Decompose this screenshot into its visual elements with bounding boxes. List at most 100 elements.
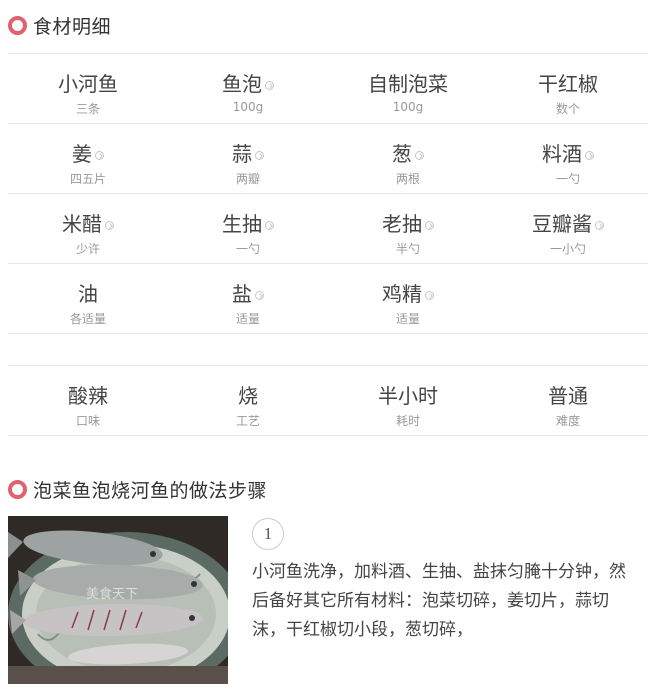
ingredients-section-title: 食材明细	[33, 16, 112, 38]
ingredient-row: 油各适量盐适量 鸡精 适量	[8, 263, 648, 334]
ingredient-name: 油	[78, 281, 98, 307]
ingredient-amount: 四五片	[69, 172, 106, 186]
recipe-page: 食材明细 小河鱼 三条 鱼泡 100g 自制泡菜 100g 干红椒 数个姜四五片蒜两瓣葱两根料…	[0, 0, 669, 695]
chevron-right-circle-icon[interactable]	[425, 290, 434, 300]
ingredient-name-text: 油	[78, 282, 98, 306]
ingredient-item[interactable]: 豆瓣酱一小勺	[488, 194, 648, 263]
ingredient-name[interactable]: 鸡精	[382, 281, 434, 307]
ingredient-amount: 适量	[235, 312, 260, 326]
ingredient-name-text: 米醋	[62, 212, 102, 236]
ingredient-name: 自制泡菜	[368, 71, 448, 97]
chevron-right-circle-icon[interactable]	[255, 150, 264, 160]
meta-value: 普通	[548, 384, 588, 408]
section-bullet-icon	[8, 16, 27, 35]
ingredient-name-text: 鱼泡	[222, 72, 262, 96]
ingredient-name-text: 老抽	[382, 212, 422, 236]
ingredient-name-text: 小河鱼	[58, 72, 118, 96]
ingredient-amount: 半勺	[395, 242, 420, 256]
ingredient-name-text: 自制泡菜	[368, 72, 448, 96]
ingredient-amount: 少许	[75, 242, 100, 256]
meta-taste: 酸辣 口味	[8, 366, 168, 435]
ingredient-item[interactable]: 盐适量	[168, 264, 328, 333]
ingredient-item[interactable]: 鸡精 适量	[328, 264, 488, 333]
ingredient-item: 油各适量	[8, 264, 168, 333]
meta-label: 耗时	[395, 414, 420, 428]
chevron-right-circle-icon[interactable]	[105, 220, 114, 230]
ingredient-amount: 适量	[395, 312, 420, 326]
chevron-right-circle-icon[interactable]	[595, 220, 604, 230]
chevron-right-circle-icon[interactable]	[415, 150, 424, 160]
steps-section-title: 泡菜鱼泡烧河鱼的做法步骤	[33, 480, 268, 502]
chevron-right-circle-icon[interactable]	[585, 150, 594, 160]
ingredient-item: 小河鱼 三条	[8, 54, 168, 123]
ingredient-name-text: 生抽	[222, 212, 262, 236]
ingredient-name[interactable]: 姜	[72, 141, 104, 167]
meta-time: 半小时 耗时	[328, 366, 488, 435]
meta-label: 口味	[75, 414, 100, 428]
ingredient-amount: 三条	[75, 102, 100, 116]
ingredient-name[interactable]: 豆瓣酱	[532, 211, 604, 237]
meta-label: 工艺	[235, 414, 260, 428]
meta-technique: 烧 工艺	[168, 366, 328, 435]
ingredient-row: 米醋 少许 生抽 一勺 老抽 半勺 豆瓣酱 一小勺	[8, 193, 648, 263]
ingredient-amount: 一勺	[235, 242, 260, 256]
ingredient-item: 自制泡菜 100g	[328, 54, 488, 123]
ingredient-amount: 各适量	[69, 312, 106, 326]
ingredient-name[interactable]: 蒜	[232, 141, 264, 167]
ingredient-name-text: 盐	[232, 282, 252, 306]
ingredient-name[interactable]: 葱	[392, 141, 424, 167]
steps-section-header: 泡菜鱼泡烧河鱼的做法步骤	[8, 476, 267, 503]
ingredient-item: 干红椒 数个	[488, 54, 648, 123]
step-photo[interactable]: 美食天下	[8, 516, 228, 684]
ingredient-amount: 100g	[232, 100, 264, 114]
ingredient-name-text: 姜	[72, 142, 92, 166]
step-description: 小河鱼洗净，加料酒、生抽、盐抹匀腌十分钟，然后备好其它所有材料：泡菜切碎，姜切片…	[252, 562, 626, 640]
ingredient-name[interactable]: 生抽	[222, 211, 274, 237]
recipe-meta-table: 酸辣 口味 烧 工艺 半小时 耗时 普通 难度	[8, 365, 648, 436]
section-bullet-icon	[8, 480, 27, 499]
ingredient-item[interactable]: 鱼泡 100g	[168, 54, 328, 123]
photo-watermark: 美食天下	[86, 586, 138, 602]
chevron-right-circle-icon[interactable]	[265, 80, 274, 90]
ingredient-item[interactable]: 姜四五片	[8, 124, 168, 193]
ingredient-empty-cell	[488, 264, 648, 333]
chevron-right-circle-icon[interactable]	[425, 220, 434, 230]
ingredients-section-header: 食材明细	[8, 12, 111, 39]
meta-value: 烧	[238, 384, 258, 408]
ingredient-item[interactable]: 老抽半勺	[328, 194, 488, 263]
ingredient-name: 小河鱼	[58, 71, 118, 97]
ingredient-amount: 一勺	[555, 172, 580, 186]
ingredient-name[interactable]: 盐	[232, 281, 264, 307]
ingredient-name[interactable]: 鱼泡	[222, 71, 274, 97]
ingredient-name-text: 蒜	[232, 142, 252, 166]
ingredient-item[interactable]: 生抽一勺	[168, 194, 328, 263]
ingredient-name[interactable]: 料酒	[542, 141, 594, 167]
chevron-right-circle-icon[interactable]	[265, 220, 274, 230]
ingredient-name: 干红椒	[538, 71, 598, 97]
ingredient-name-text: 干红椒	[538, 72, 598, 96]
ingredient-name[interactable]: 米醋	[62, 211, 114, 237]
ingredient-item[interactable]: 料酒 一勺	[488, 124, 648, 193]
ingredient-name-text: 葱	[392, 142, 412, 166]
fish-photo-image: 美食天下	[8, 516, 228, 684]
meta-value: 酸辣	[68, 384, 108, 408]
ingredient-item[interactable]: 米醋少许	[8, 194, 168, 263]
meta-label: 难度	[555, 414, 580, 428]
ingredient-amount: 两瓣	[235, 172, 260, 186]
ingredient-row: 姜四五片蒜两瓣葱两根 料酒 一勺	[8, 123, 648, 193]
step-number-badge: 1	[252, 518, 284, 550]
ingredient-amount: 一小勺	[549, 242, 586, 256]
ingredient-name-text: 豆瓣酱	[532, 212, 592, 236]
ingredient-item[interactable]: 葱两根	[328, 124, 488, 193]
meta-value: 半小时	[378, 384, 438, 408]
ingredient-item[interactable]: 蒜两瓣	[168, 124, 328, 193]
meta-row: 酸辣 口味 烧 工艺 半小时 耗时 普通 难度	[8, 365, 648, 436]
chevron-right-circle-icon[interactable]	[95, 150, 104, 160]
chevron-right-circle-icon[interactable]	[255, 290, 264, 300]
ingredient-amount: 两根	[395, 172, 420, 186]
step-1: 美食天下 1 小河鱼洗净，加料酒、生抽、盐抹匀腌十分钟，然后备好其它所有材料：泡…	[8, 516, 648, 688]
ingredient-amount: 数个	[555, 102, 580, 116]
ingredient-amount: 100g	[392, 100, 424, 114]
ingredient-row: 小河鱼三条 鱼泡 100g 自制泡菜 100g 干红椒数个	[8, 53, 648, 123]
ingredient-name[interactable]: 老抽	[382, 211, 434, 237]
